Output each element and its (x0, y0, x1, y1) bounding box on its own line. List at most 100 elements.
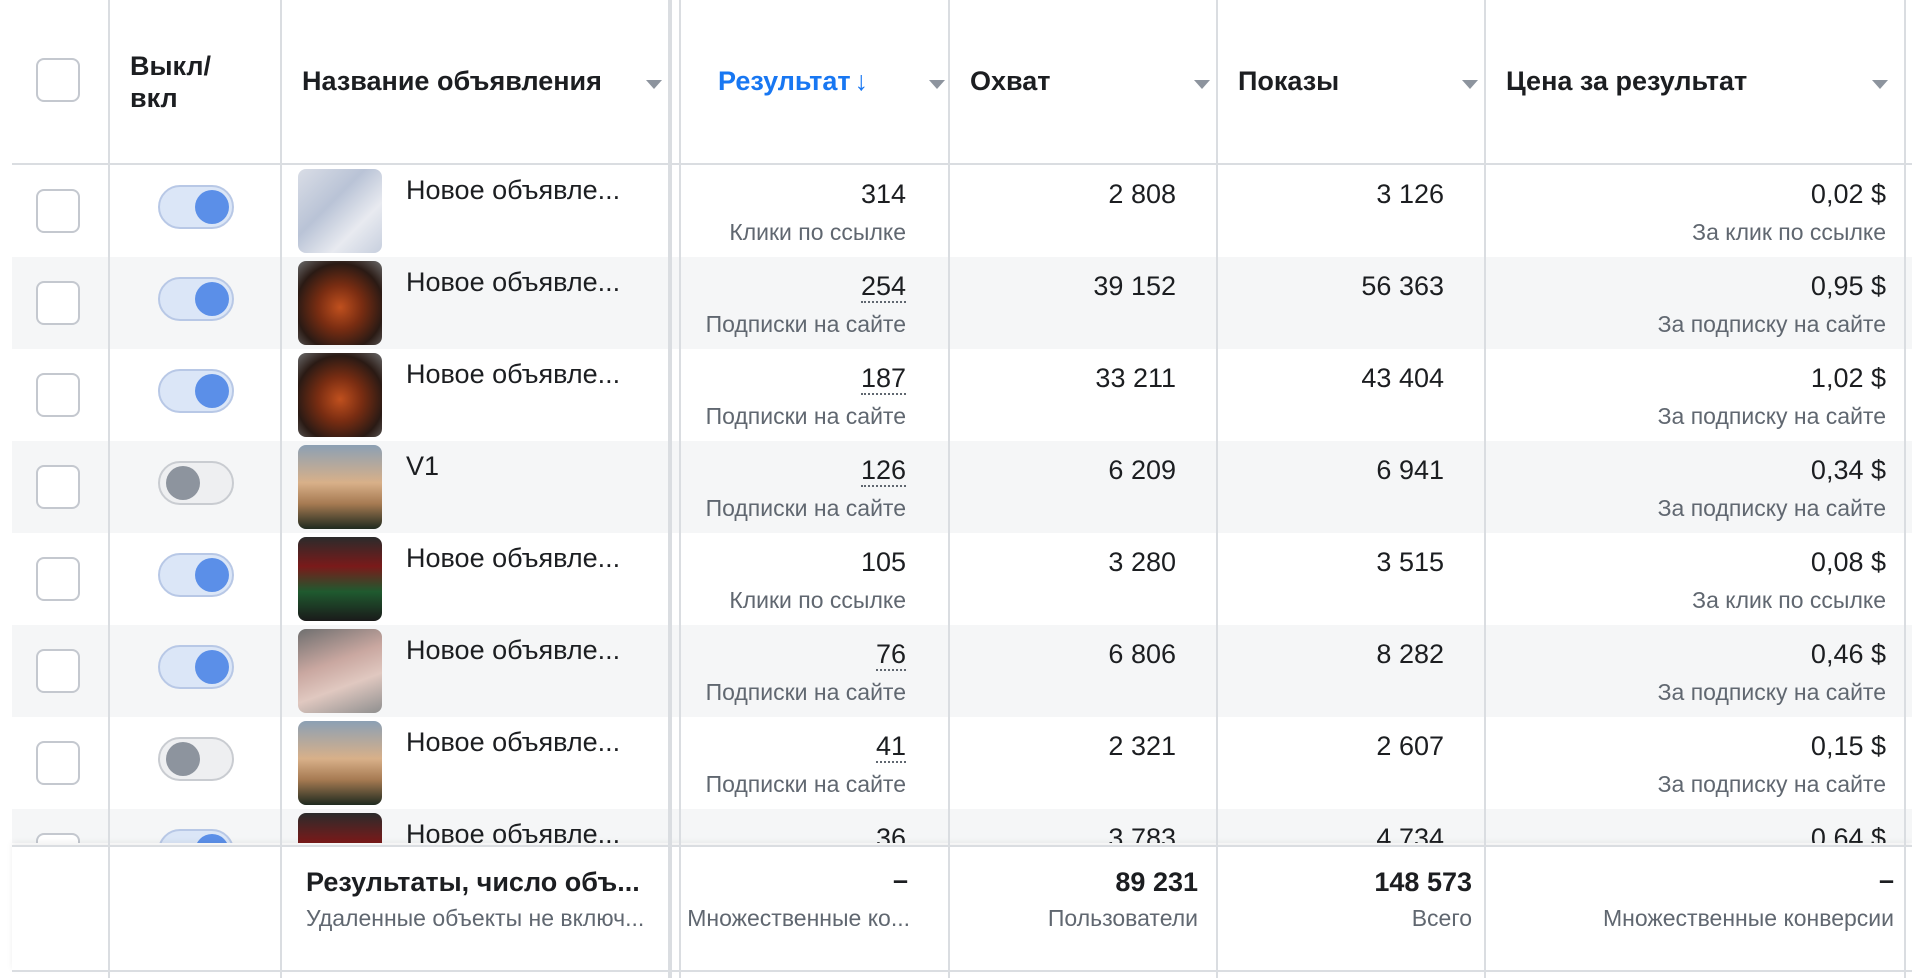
col-divider[interactable] (668, 0, 672, 978)
result-value-text: 105 (860, 547, 906, 577)
result-value[interactable]: 36 (876, 823, 906, 843)
ad-toggle-switch[interactable] (158, 185, 234, 229)
col-header-result-label: Результат (718, 66, 851, 96)
cost-value: 0,02 $ (1810, 179, 1886, 209)
row-checkbox[interactable] (36, 833, 80, 843)
row-checkbox[interactable] (36, 189, 80, 233)
row-checkbox[interactable] (36, 281, 80, 325)
col-header-toggle-label: Выкл/ вкл (130, 50, 212, 113)
ad-toggle-switch[interactable] (158, 645, 234, 689)
impressions-value: 2 607 (1376, 731, 1444, 761)
select-all-checkbox[interactable] (36, 58, 80, 102)
row-checkbox[interactable] (36, 465, 80, 509)
result-value[interactable]: 314 (861, 179, 906, 210)
toggle-knob (166, 742, 200, 776)
row-checkbox[interactable] (36, 741, 80, 785)
table-body: Новое объявле... 314 Клики по ссылке 2 808 3… (12, 165, 1912, 843)
result-value[interactable]: 187 (860, 363, 906, 395)
summary-reach-label: Пользователи (1047, 905, 1198, 931)
row-checkbox[interactable] (36, 649, 80, 693)
ad-thumbnail[interactable] (298, 445, 382, 529)
ad-toggle-switch[interactable] (158, 461, 234, 505)
cost-value: 0,34 $ (1810, 455, 1886, 485)
row-checkbox[interactable] (36, 373, 80, 417)
caret-down-icon[interactable] (646, 80, 662, 89)
cost-value: 0,95 $ (1810, 271, 1886, 301)
ad-name-link[interactable]: Новое объявле... (406, 819, 620, 843)
result-value[interactable]: 254 (860, 271, 906, 303)
ad-name-link[interactable]: Новое объявле... (406, 175, 620, 206)
summary-result: – (892, 865, 908, 895)
summary-impressions-label: Всего (1411, 905, 1472, 931)
caret-down-icon[interactable] (1462, 80, 1478, 89)
ad-thumbnail[interactable] (298, 353, 382, 437)
col-header-result[interactable]: Результат ↓ (718, 0, 958, 163)
ad-name-link[interactable]: Новое объявле... (406, 543, 620, 574)
ad-name-link[interactable]: Новое объявле... (406, 727, 620, 758)
ad-thumbnail[interactable] (298, 537, 382, 621)
col-header-cost[interactable]: Цена за результат (1506, 0, 1896, 163)
impressions-value: 8 282 (1376, 639, 1444, 669)
ads-table: Выкл/ вкл Название объявления Результат … (12, 0, 1912, 978)
result-value[interactable]: 76 (875, 639, 906, 671)
caret-down-icon[interactable] (1194, 80, 1210, 89)
result-value[interactable]: 105 (861, 547, 906, 578)
summary-result-label: Множественные ко... (687, 905, 910, 931)
summary-title: Результаты, число объ... (306, 867, 640, 897)
ad-toggle-switch[interactable] (158, 829, 234, 843)
reach-value: 2 321 (1108, 731, 1176, 761)
table-summary-row: Результаты, число объ... Удаленные объек… (12, 845, 1912, 972)
reach-value: 6 209 (1108, 455, 1176, 485)
ad-name-link[interactable]: Новое объявле... (406, 267, 620, 298)
impressions-value: 43 404 (1361, 363, 1444, 393)
reach-value: 3 280 (1108, 547, 1176, 577)
cost-type: За подписку на сайте (1657, 495, 1886, 521)
ad-thumbnail[interactable] (298, 629, 382, 713)
reach-value: 6 806 (1108, 639, 1176, 669)
result-value-text: 126 (860, 455, 906, 487)
caret-down-icon[interactable] (929, 80, 945, 89)
ad-toggle-switch[interactable] (158, 369, 234, 413)
table-row[interactable]: Новое объявле... 254 Подписки на сайте 39 1… (12, 257, 1912, 349)
col-header-name[interactable]: Название объявления (302, 0, 672, 163)
ad-thumbnail[interactable] (298, 169, 382, 253)
row-checkbox[interactable] (36, 557, 80, 601)
ad-thumbnail[interactable] (298, 813, 382, 843)
toggle-knob (195, 190, 229, 224)
table-row[interactable]: Новое объявле... 41 Подписки на сайте 2 321… (12, 717, 1912, 809)
ad-toggle-switch[interactable] (158, 553, 234, 597)
ad-thumbnail[interactable] (298, 261, 382, 345)
col-divider (1484, 0, 1486, 978)
reach-value: 39 152 (1093, 271, 1176, 301)
result-type: Подписки на сайте (705, 679, 906, 705)
table-row[interactable]: Новое объявле... 105 Клики по ссылке 3 280 3… (12, 533, 1912, 625)
caret-down-icon[interactable] (1872, 80, 1888, 89)
toggle-knob (195, 282, 229, 316)
col-divider (948, 0, 950, 978)
col-header-toggle[interactable]: Выкл/ вкл (130, 0, 290, 163)
col-divider (1904, 0, 1906, 978)
result-type: Подписки на сайте (705, 311, 906, 337)
col-header-impressions[interactable]: Показы (1238, 0, 1478, 163)
summary-cost: – (1878, 865, 1894, 895)
ad-name-link[interactable]: V1 (406, 451, 439, 482)
table-row[interactable]: Новое объявле... 314 Клики по ссылке 2 808 3… (12, 165, 1912, 257)
ad-toggle-switch[interactable] (158, 737, 234, 781)
col-header-reach[interactable]: Охват (970, 0, 1210, 163)
ad-toggle-switch[interactable] (158, 277, 234, 321)
cost-value: 0,15 $ (1810, 731, 1886, 761)
table-row[interactable]: Новое объявле... 187 Подписки на сайте 33 2… (12, 349, 1912, 441)
result-value[interactable]: 41 (875, 731, 906, 763)
ad-name-link[interactable]: Новое объявле... (406, 359, 620, 390)
cost-type: За подписку на сайте (1657, 679, 1886, 705)
result-value[interactable]: 126 (860, 455, 906, 487)
cost-value: 1,02 $ (1810, 363, 1886, 393)
impressions-value: 56 363 (1361, 271, 1444, 301)
table-row[interactable]: V1 126 Подписки на сайте 6 209 6 941 0,34 $ За… (12, 441, 1912, 533)
ad-name-link[interactable]: Новое объявле... (406, 635, 620, 666)
impressions-value: 6 941 (1376, 455, 1444, 485)
table-row[interactable]: Новое объявле... 36 3 783 4 734 0,64 $ (12, 809, 1912, 843)
toggle-knob (195, 650, 229, 684)
ad-thumbnail[interactable] (298, 721, 382, 805)
table-row[interactable]: Новое объявле... 76 Подписки на сайте 6 806… (12, 625, 1912, 717)
